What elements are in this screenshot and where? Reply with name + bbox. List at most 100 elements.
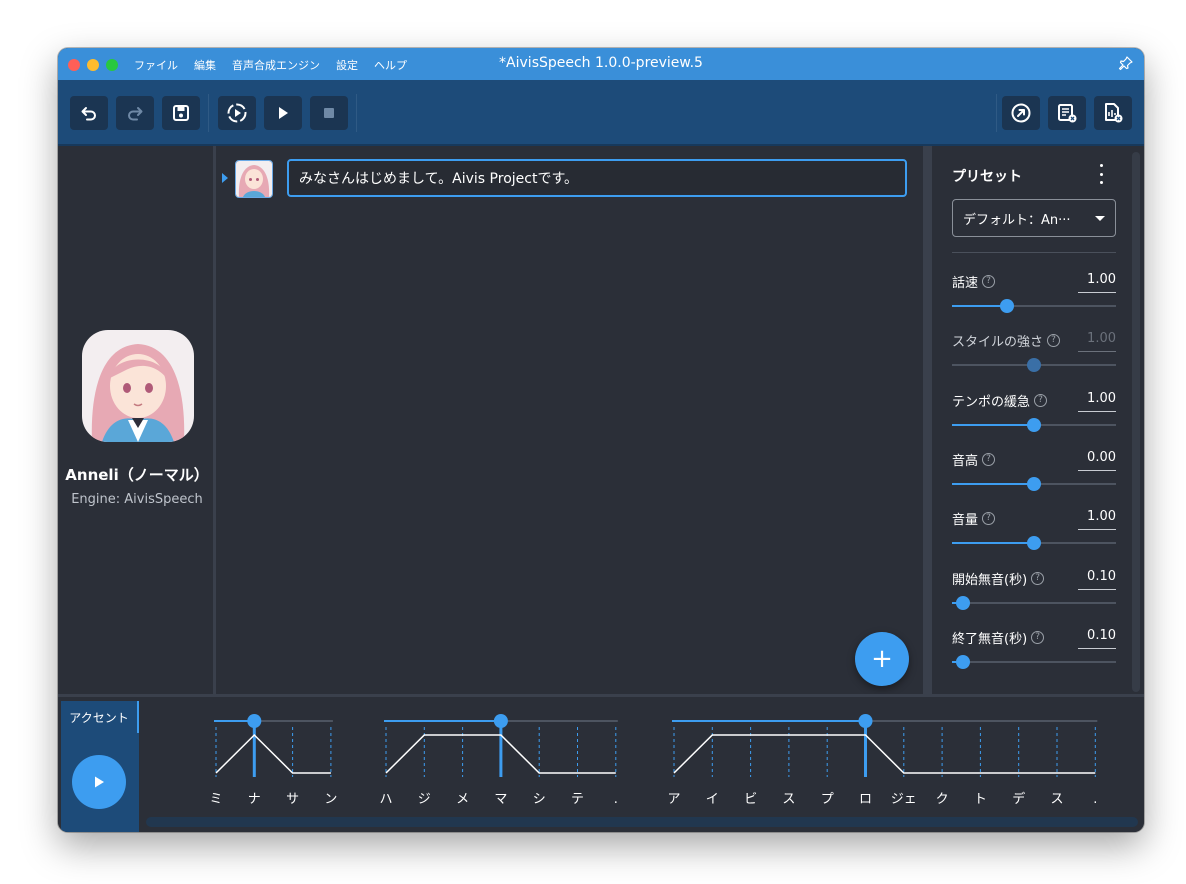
redo-icon (128, 107, 143, 121)
undo-button[interactable] (70, 96, 108, 130)
mora-label[interactable]: ビ (744, 792, 757, 807)
mora-label[interactable]: ミ (209, 792, 222, 807)
param-label: テンポの緩急? (952, 391, 1048, 410)
param-slider[interactable] (952, 536, 1116, 551)
pane-divider[interactable] (923, 146, 932, 694)
param-slider[interactable] (952, 358, 1116, 373)
active-row-indicator (222, 173, 228, 183)
preset-select[interactable]: デフォルト：An··· (952, 199, 1116, 237)
mora-label[interactable]: ジ (418, 792, 431, 807)
engine-label: Engine: AivisSpeech (71, 492, 203, 507)
export-audio-icon (1105, 103, 1123, 123)
help-icon[interactable]: ? (1047, 334, 1061, 348)
mora-label[interactable]: ジェ (891, 792, 917, 807)
export-text-icon (1058, 104, 1077, 123)
param-value-input[interactable]: 0.10 (1078, 628, 1116, 649)
help-icon[interactable]: ? (982, 275, 996, 288)
divider (952, 252, 1116, 253)
help-icon[interactable]: ? (1034, 393, 1048, 407)
accent-horizontal-scrollbar[interactable] (146, 817, 1138, 827)
slider-thumb[interactable] (1027, 536, 1041, 551)
param-value-input[interactable]: 1.00 (1078, 509, 1116, 531)
text-input[interactable] (289, 161, 905, 195)
slider-thumb[interactable] (955, 654, 970, 669)
param-label: 話速? (952, 272, 996, 291)
play-button[interactable] (264, 96, 302, 130)
export-button[interactable] (1002, 96, 1040, 130)
mora-label[interactable]: デ (1012, 791, 1025, 807)
help-icon[interactable]: ? (1031, 571, 1045, 585)
mora-label[interactable]: イ (706, 792, 719, 807)
mora-label[interactable]: ス (782, 792, 795, 807)
slider-thumb[interactable] (1027, 358, 1041, 373)
mora-label[interactable]: マ (494, 792, 507, 807)
add-row-button[interactable]: + (855, 632, 909, 686)
toolbar-separator (208, 94, 209, 132)
continuous-play-button[interactable] (218, 96, 256, 130)
caret-down-icon (1095, 215, 1105, 221)
slider-fill (952, 305, 1007, 307)
slider-thumb[interactable] (955, 595, 970, 610)
pin-icon[interactable] (1118, 55, 1134, 71)
accent-slider-thumb[interactable] (858, 714, 873, 728)
param-value-input[interactable]: 1.00 (1078, 391, 1116, 412)
preset-selected-value: デフォルト：An··· (963, 212, 1071, 228)
param-slider[interactable] (952, 476, 1116, 491)
redo-button[interactable] (116, 96, 154, 130)
param-slider[interactable] (952, 654, 1116, 669)
character-name: Anneli（ノーマル） (65, 466, 209, 484)
mora-label[interactable]: ハ (379, 792, 392, 807)
mora-label[interactable]: テ (571, 792, 584, 807)
preset-menu-icon[interactable] (1096, 164, 1106, 184)
mora-label[interactable]: プ (821, 792, 834, 807)
mora-label[interactable]: ア (667, 792, 680, 807)
param-label-text: 音高 (952, 453, 979, 469)
mora-label[interactable]: ン (324, 792, 337, 807)
param-slider[interactable] (952, 595, 1116, 610)
mora-label[interactable]: ト (974, 792, 987, 807)
export-audio-button[interactable] (1094, 96, 1132, 130)
help-icon[interactable]: ? (1031, 630, 1045, 644)
character-avatar[interactable] (82, 330, 194, 442)
slider-thumb[interactable] (1027, 417, 1041, 432)
export-text-button[interactable] (1048, 96, 1086, 130)
mora-label[interactable]: ロ (859, 792, 872, 807)
text-input-row[interactable] (287, 159, 907, 197)
play-phrase-button[interactable] (72, 755, 126, 809)
character-panel: Anneli（ノーマル） Engine: AivisSpeech (58, 146, 216, 694)
pitch-line (673, 734, 1096, 774)
row-character-thumbnail[interactable] (235, 160, 273, 198)
character-portrait-icon (82, 330, 194, 442)
mora-label[interactable]: メ (456, 792, 469, 807)
slider-thumb[interactable] (999, 299, 1014, 313)
param-slider[interactable] (952, 417, 1116, 432)
mora-label[interactable]: . (614, 792, 618, 807)
save-button[interactable] (162, 96, 200, 130)
stop-button[interactable] (310, 96, 348, 130)
param-value-input[interactable]: 0.00 (1078, 450, 1116, 471)
mora-label[interactable]: シ (533, 792, 546, 807)
param-slider[interactable] (952, 299, 1116, 313)
accent-slider-thumb[interactable] (493, 714, 508, 728)
help-icon[interactable]: ? (982, 452, 996, 466)
preset-panel-scrollbar[interactable] (1130, 146, 1144, 694)
preset-param-row: スタイルの強さ? 1.00 (952, 331, 1116, 383)
window-title: *AivisSpeech 1.0.0-preview.5 (499, 55, 703, 71)
help-icon[interactable]: ? (982, 512, 996, 526)
preset-param-row: テンポの緩急? 1.00 (952, 391, 1116, 443)
toolbar-separator (356, 94, 357, 132)
accent-slider-thumb[interactable] (247, 714, 262, 728)
mora-label[interactable]: . (1093, 792, 1097, 807)
slider-thumb[interactable] (1027, 476, 1041, 491)
play-icon (95, 776, 104, 788)
tab-accent[interactable]: アクセント (61, 701, 139, 733)
preset-param-row: 音量? 1.00 (952, 509, 1116, 561)
param-value-input[interactable]: 0.10 (1078, 569, 1116, 590)
param-label: 音量? (952, 509, 996, 528)
mora-label[interactable]: サ (286, 792, 299, 807)
mora-label[interactable]: ク (936, 792, 949, 807)
mora-label[interactable]: ナ (248, 792, 261, 807)
param-value-input[interactable]: 1.00 (1078, 272, 1116, 293)
mora-label[interactable]: ス (1050, 792, 1063, 807)
param-value-input[interactable]: 1.00 (1078, 331, 1116, 353)
